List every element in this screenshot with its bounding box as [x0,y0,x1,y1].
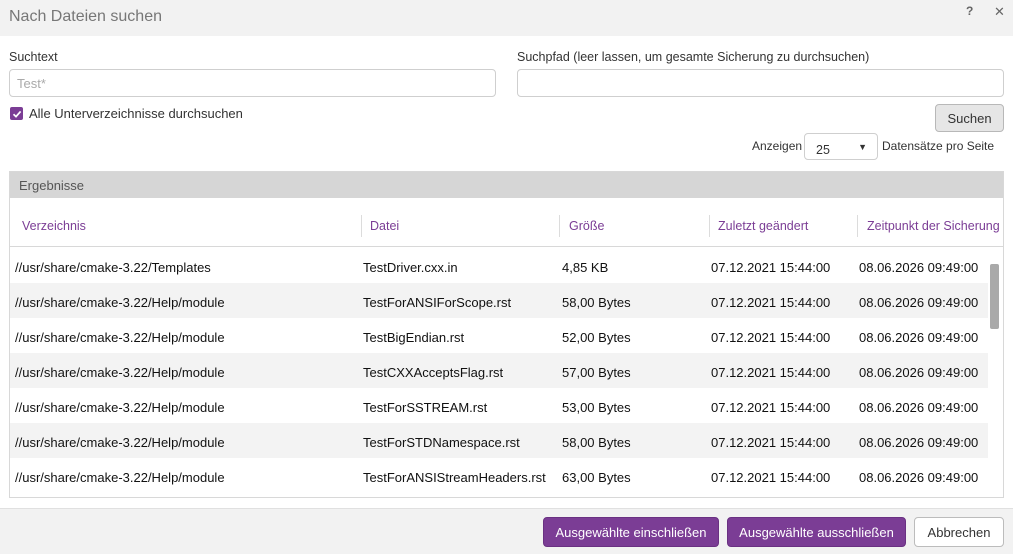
table-row[interactable]: //usr/share/cmake-3.22/Help/module TestF… [10,423,988,458]
column-header-file[interactable]: Datei [370,219,399,233]
column-divider [857,215,858,237]
include-selected-button[interactable]: Ausgewählte einschließen [543,517,719,547]
table-row[interactable]: //usr/share/cmake-3.22/Help/module TestC… [10,353,988,388]
checkmark-icon [12,110,21,118]
cell-modified: 07.12.2021 15:44:00 [711,365,831,380]
cell-size: 63,00 Bytes [562,470,631,485]
page-size-select[interactable]: 25 ▼ [804,133,878,160]
page-size-value: 25 [816,143,830,157]
cell-file: TestForANSIStreamHeaders.rst [363,470,546,485]
chevron-down-icon: ▼ [858,142,867,152]
results-panel: Ergebnisse Verzeichnis Datei Größe Zulet… [9,171,1004,498]
cell-directory: //usr/share/cmake-3.22/Help/module [15,470,225,485]
results-header: Ergebnisse [10,172,1003,198]
search-text-label: Suchtext [9,50,58,64]
cell-backup-time: 08.06.2026 09:49:00 [859,400,979,415]
cell-modified: 07.12.2021 15:44:00 [711,470,831,485]
per-page-label: Datensätze pro Seite [882,139,995,153]
cell-directory: //usr/share/cmake-3.22/Help/module [15,365,225,380]
cell-modified: 07.12.2021 15:44:00 [711,260,831,275]
cancel-button[interactable]: Abbrechen [914,517,1004,547]
header-divider [10,246,1003,247]
cell-modified: 07.12.2021 15:44:00 [711,400,831,415]
cell-file: TestForSSTREAM.rst [363,400,488,415]
show-label: Anzeigen [752,139,803,153]
cell-size: 58,00 Bytes [562,435,631,450]
table-row[interactable]: //usr/share/cmake-3.22/Help/module TestF… [10,458,988,493]
column-divider [361,215,362,237]
dialog-title: Nach Dateien suchen [9,8,162,25]
cell-directory: //usr/share/cmake-3.22/Help/module [15,295,225,310]
cell-size: 53,00 Bytes [562,400,631,415]
cell-file: TestForSTDNamespace.rst [363,435,520,450]
cell-size: 58,00 Bytes [562,295,631,310]
cell-backup-time: 08.06.2026 09:49:00 [859,435,979,450]
subdirs-checkbox[interactable] [10,107,23,120]
dialog-titlebar: Nach Dateien suchen ? ✕ [0,0,1013,36]
column-header-size[interactable]: Größe [569,219,604,233]
cell-modified: 07.12.2021 15:44:00 [711,330,831,345]
cell-modified: 07.12.2021 15:44:00 [711,435,831,450]
column-divider [709,215,710,237]
cell-size: 52,00 Bytes [562,330,631,345]
search-button[interactable]: Suchen [935,104,1004,132]
cell-backup-time: 08.06.2026 09:49:00 [859,365,979,380]
cell-modified: 07.12.2021 15:44:00 [711,295,831,310]
cell-backup-time: 08.06.2026 09:49:00 [859,260,979,275]
search-path-input[interactable] [517,69,1004,97]
cell-file: TestForANSIForScope.rst [363,295,512,310]
cell-size: 57,00 Bytes [562,365,631,380]
subdirs-label: Alle Unterverzeichnisse durchsuchen [29,106,243,121]
column-header-directory[interactable]: Verzeichnis [22,219,86,233]
table-row[interactable]: //usr/share/cmake-3.22/Help/module TestF… [10,283,988,318]
cell-directory: //usr/share/cmake-3.22/Help/module [15,400,225,415]
cell-file: TestBigEndian.rst [363,330,465,345]
cell-backup-time: 08.06.2026 09:49:00 [859,330,979,345]
cell-directory: //usr/share/cmake-3.22/Templates [15,260,211,275]
exclude-selected-button[interactable]: Ausgewählte ausschließen [727,517,906,547]
cell-size: 4,85 KB [562,260,609,275]
cell-directory: //usr/share/cmake-3.22/Help/module [15,435,225,450]
table-row[interactable]: //usr/share/cmake-3.22/Help/module TestB… [10,318,988,353]
column-header-modified[interactable]: Zuletzt geändert [718,219,808,233]
cell-backup-time: 08.06.2026 09:49:00 [859,470,979,485]
column-divider [559,215,560,237]
table-row[interactable]: //usr/share/cmake-3.22/Templates TestDri… [10,248,988,283]
cell-backup-time: 08.06.2026 09:49:00 [859,295,979,310]
results-title: Ergebnisse [19,178,85,193]
column-header-backup-time[interactable]: Zeitpunkt der Sicherung [867,219,1000,233]
scrollbar-thumb[interactable] [990,264,999,329]
cell-file: TestCXXAcceptsFlag.rst [363,365,504,380]
table-row[interactable]: //usr/share/cmake-3.22/Help/module TestF… [10,388,988,423]
search-path-label: Suchpfad (leer lassen, um gesamte Sicher… [517,50,870,64]
search-text-input[interactable] [9,69,496,97]
cell-file: TestDriver.cxx.in [363,260,458,275]
help-button[interactable]: ? [966,4,973,18]
close-icon[interactable]: ✕ [994,4,1005,20]
cell-directory: //usr/share/cmake-3.22/Help/module [15,330,225,345]
results-table-body: //usr/share/cmake-3.22/Templates TestDri… [10,248,988,493]
